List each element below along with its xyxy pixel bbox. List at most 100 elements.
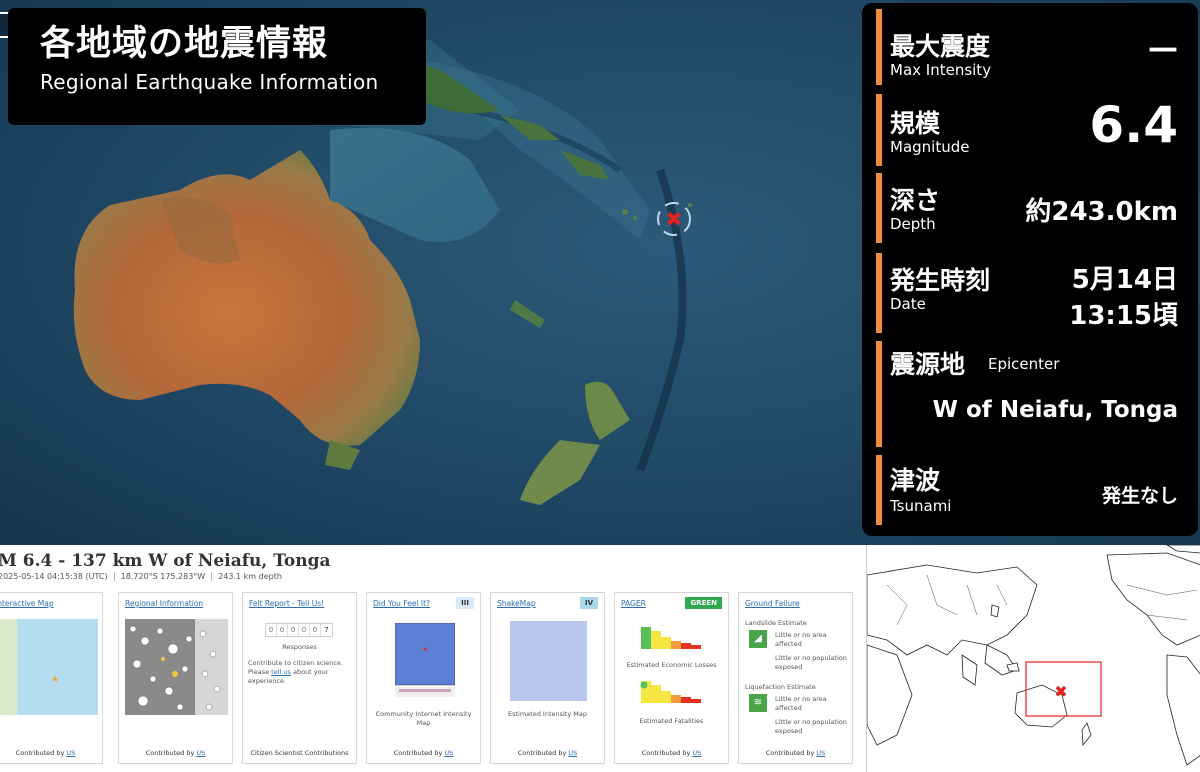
pager-caption-economic: Estimated Economic Losses [626,661,717,669]
accent-bar [876,341,882,447]
max-intensity-value: — [1148,31,1178,66]
pager-caption-fatalities: Estimated Fatalities [639,717,704,725]
liquefaction-population: Little or no population exposed [775,718,847,735]
card-footer: Contributed by US [15,749,76,757]
event-title: M 6.4 - 137 km W of Neiafu, Tonga [0,551,331,571]
magnitude-label: 規模 [890,109,941,138]
shakemap-caption: Estimated Intensity Map [508,710,587,718]
depth-value: 約243.0km [1025,197,1178,227]
card-ground-failure-title[interactable]: Ground Failure [745,599,800,608]
card-interactive-map[interactable]: Interactive Map ★ Contributed by US [0,592,103,764]
epicenter-icon: ✖ [1054,682,1067,701]
card-pager-title[interactable]: PAGER [621,599,646,608]
title-english: Regional Earthquake Information [40,70,379,94]
card-pager[interactable]: PAGER GREEN Estimated Economic Losses Es… [614,592,729,764]
contributor-link[interactable]: US [196,749,205,757]
card-dyfi-title[interactable]: Did You Feel It? [373,599,430,608]
dyfi-map-thumbnail[interactable] [395,623,455,699]
date-value-day: 5月14日 [1071,265,1178,295]
liquefaction-area: Little or no area affected [775,695,827,712]
card-footer: Contributed by US [393,749,454,757]
landslide-area: Little or no area affected [775,631,827,648]
magnitude-label-en: Magnitude [890,138,970,156]
responses-label: Responses [282,643,317,651]
card-felt-report[interactable]: Felt Report - Tell Us! 0 0 0 0 0 7 Respo… [242,592,357,764]
card-regional-info[interactable]: Regional Information Contributed by US [118,592,233,764]
felt-text-3: experience. [248,677,287,685]
title-japanese: 各地域の地震情報 [40,24,329,64]
event-meta: 2025-05-14 04:15:38 (UTC) 18.720°S 175.28… [0,572,282,581]
tsunami-label: 津波 [890,466,941,495]
tsunami-row: 津波 Tsunami 発生なし [876,455,1192,525]
regional-map-thumbnail[interactable] [125,619,228,715]
epicenter-row: 震源地 Epicenter W of Neiafu, Tonga [876,341,1192,447]
contributor-link[interactable]: US [568,749,577,757]
depth-label: 深さ [890,186,941,215]
star-icon: ★ [51,675,60,685]
contributor-link[interactable]: US [692,749,701,757]
world-map-svg: ✖ [866,544,1200,772]
fatalities-histogram [640,681,701,703]
usgs-event-page: M 6.4 - 137 km W of Neiafu, Tonga 2025-0… [0,545,862,772]
card-felt-report-title[interactable]: Felt Report - Tell Us! [249,599,324,608]
landslide-population: Little or no population exposed [775,654,847,671]
economic-loss-histogram [640,627,701,649]
date-row: 発生時刻 Date 5月14日 13:15頃 [876,253,1192,333]
date-value-time: 13:15頃 [1069,301,1178,331]
info-panel: 最大震度 Max Intensity — 規模 Magnitude 6.4 深さ… [862,3,1198,536]
tsunami-label-en: Tsunami [890,497,952,515]
card-ground-failure[interactable]: Ground Failure Landslide Estimate ◢ Litt… [738,592,853,764]
max-intensity-label-en: Max Intensity [890,61,992,79]
card-shakemap[interactable]: ShakeMap IV Estimated Intensity Map Cont… [490,592,605,764]
tell-us-link[interactable]: tell us [271,668,291,676]
card-footer: Citizen Scientist Contributions [250,749,349,757]
interactive-map-thumbnail[interactable]: ★ [0,619,98,715]
world-inset-map: ✖ [866,544,1200,772]
title-box: 各地域の地震情報 Regional Earthquake Information [8,8,426,125]
landslide-icon: ◢ [749,630,767,648]
max-intensity-row: 最大震度 Max Intensity — [876,9,1192,85]
contributor-link[interactable]: US [444,749,453,757]
card-footer: Contributed by US [517,749,578,757]
card-footer: Contributed by US [641,749,702,757]
card-interactive-map-title[interactable]: Interactive Map [0,599,54,608]
depth-label-en: Depth [890,215,936,233]
accent-bar [876,455,882,525]
card-regional-info-title[interactable]: Regional Information [125,599,203,608]
date-label-en: Date [890,295,926,313]
magnitude-value: 6.4 [1089,96,1178,154]
epicenter-label: 震源地 [890,350,966,379]
card-footer: Contributed by US [145,749,206,757]
felt-text-2: Please tell us about your [248,668,329,676]
landslide-heading: Landslide Estimate [745,619,807,627]
card-shakemap-title[interactable]: ShakeMap [497,599,536,608]
accent-bar [876,9,882,85]
shakemap-thumbnail[interactable] [510,621,587,701]
max-intensity-label: 最大震度 [890,32,991,61]
dyfi-caption-2: Map [416,719,431,727]
event-depth: 243.1 km depth [211,572,282,581]
epicenter-value: W of Neiafu, Tonga [932,397,1178,423]
depth-row: 深さ Depth 約243.0km [876,173,1192,243]
contributor-link[interactable]: US [816,749,825,757]
tsunami-value: 発生なし [1101,485,1178,507]
liquefaction-heading: Liquefaction Estimate [745,683,816,691]
date-label: 発生時刻 [890,266,991,295]
contributor-link[interactable]: US [66,749,75,757]
event-datetime: 2025-05-14 04:15:38 (UTC) [0,572,108,581]
card-footer: Contributed by US [765,749,826,757]
event-coordinates: 18.720°S 175.283°W [113,572,206,581]
accent-bar [876,94,882,166]
felt-text-1: Contribute to citizen science. [248,659,343,667]
svg-text:✖: ✖ [666,207,683,231]
magnitude-row: 規模 Magnitude 6.4 [876,94,1192,166]
accent-bar [876,253,882,333]
response-counter: 0 0 0 0 0 7 [265,623,333,637]
dyfi-caption-1: Community Internet Intensity [375,710,472,718]
epicenter-label-en: Epicenter [988,355,1060,373]
card-dyfi[interactable]: Did You Feel It? III Community Internet … [366,592,481,764]
intensity-badge: IV [579,597,598,609]
liquefaction-icon: ≋ [749,694,767,712]
intensity-badge: III [456,597,474,609]
alert-level-badge: GREEN [685,597,722,609]
